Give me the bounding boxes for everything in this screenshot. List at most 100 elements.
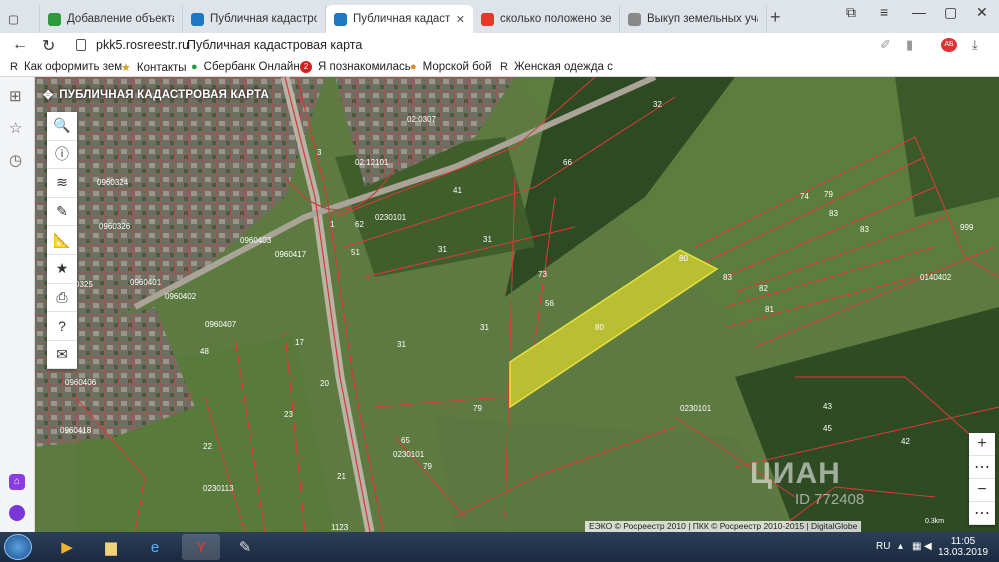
map-label: 0960324 — [97, 178, 129, 187]
map-label: 31 — [480, 323, 489, 332]
new-tab-button[interactable]: + — [770, 7, 781, 28]
yandex-browser-icon[interactable]: Y — [182, 534, 220, 560]
folder-icon[interactable]: ▆ — [92, 534, 130, 560]
layers-icon[interactable]: ≋ — [47, 169, 77, 198]
map-label: 42 — [901, 437, 910, 446]
maximize-button[interactable]: ▢ — [944, 4, 957, 21]
messenger-icon[interactable]: ⌂ — [9, 474, 25, 490]
map-label: 83 — [860, 225, 869, 234]
download-icon[interactable]: ⤓ — [972, 37, 978, 53]
map-label: 83 — [723, 273, 732, 282]
adblock-icon[interactable]: АБ — [941, 38, 957, 52]
close-icon[interactable]: ✕ — [450, 13, 465, 26]
map-label: 1 — [330, 220, 335, 229]
address-bar: ← ↻ pkk5.rosreestr.ru Публичная кадастро… — [0, 33, 999, 58]
map-label: 73 — [538, 270, 547, 279]
page-icon — [628, 12, 641, 26]
bookmark-item[interactable]: R Женская одежда с — [500, 61, 613, 73]
minimize-button[interactable]: — — [912, 4, 926, 20]
menu-icon[interactable]: ≡ — [880, 4, 888, 20]
bookmark-item[interactable]: R Как оформить зем — [10, 61, 122, 73]
page-icon: ▢ — [8, 14, 19, 26]
sberbank-icon: ● — [191, 61, 198, 73]
bookmark-star-icon[interactable]: ▮ — [906, 37, 913, 53]
tab-add-object[interactable]: Добавление объекта — Ап — [40, 5, 183, 33]
zoom-step-icon[interactable]: ⋯ — [969, 502, 995, 525]
map-label: 31 — [483, 235, 492, 244]
map-label: 80 — [679, 254, 688, 263]
map-label: 20 — [320, 379, 329, 388]
map-label: 31 — [438, 245, 447, 254]
map-label: 23 — [284, 410, 293, 419]
tab-cadastral-map-1[interactable]: Публичная кадастровая к — [183, 5, 326, 33]
map-label: 62 — [355, 220, 364, 229]
tab-cadastral-map-active[interactable]: Публичная кадастровая ✕ — [326, 5, 473, 33]
back-arrow-icon[interactable]: ← — [12, 36, 28, 54]
map-label: 22 — [203, 442, 212, 451]
map-label: 02:0307 — [407, 115, 436, 124]
map-label: 79 — [473, 404, 482, 413]
zoom-in-button[interactable]: + — [969, 433, 995, 456]
apps-grid-icon[interactable]: ⊞ — [9, 87, 22, 105]
favicon-icon — [191, 12, 204, 26]
cian-watermark: ЦИАН ID 772408 — [750, 457, 865, 508]
map-label: 0230101 — [375, 213, 407, 222]
media-player-icon[interactable]: ▶ — [48, 534, 86, 560]
rosreestr-logo-icon: ✥ — [43, 88, 54, 102]
language-indicator[interactable]: RU — [876, 541, 890, 552]
tab-yandex-search[interactable]: сколько положено земли — [473, 5, 620, 33]
bookmark-item[interactable]: ★ Контакты — [121, 61, 187, 75]
start-button[interactable] — [4, 534, 32, 560]
network-icon[interactable]: ▦ — [912, 541, 921, 552]
zoom-step-icon[interactable]: ⋯ — [969, 456, 995, 479]
favicon-icon — [334, 12, 347, 26]
lock-icon[interactable] — [76, 39, 86, 51]
history-clock-icon[interactable]: ◷ — [9, 151, 22, 169]
bookmark-item[interactable]: 2Я познакомилась — [300, 61, 411, 73]
alice-icon[interactable] — [9, 505, 25, 521]
clean-icon[interactable]: ✐ — [880, 37, 891, 53]
favicon-icon — [48, 12, 61, 26]
tab-strip: ▢ Добавление объекта — Ап Публичная када… — [0, 0, 999, 33]
map-label: 0960418 — [60, 426, 92, 435]
print-icon[interactable]: ⎙ — [47, 284, 77, 313]
close-window-button[interactable]: ✕ — [976, 4, 988, 21]
url-page-title[interactable]: Публичная кадастровая карта — [187, 38, 362, 52]
map-label: 02:12101 — [355, 158, 389, 167]
help-icon[interactable]: ? — [47, 312, 77, 341]
browser-side-panel: ⊞ ☆ ◷ ⌂ — [0, 77, 35, 532]
game-icon: ● — [410, 61, 417, 73]
pencil-icon[interactable]: ✎ — [47, 198, 77, 227]
tab-land-purchase[interactable]: Выкуп земельных участков — [620, 5, 767, 33]
reload-icon[interactable]: ↻ — [42, 36, 55, 56]
map-label: 48 — [200, 347, 209, 356]
map-label: 3 — [317, 148, 322, 157]
map-label: 0140402 — [920, 273, 952, 282]
map-label: 41 — [453, 186, 462, 195]
tab-menu-button[interactable]: ▢ — [0, 5, 40, 33]
paint-icon[interactable]: ✎ — [226, 534, 264, 560]
map-label: 80 — [595, 323, 604, 332]
tray-arrow-icon[interactable]: ▴ — [898, 541, 903, 552]
system-clock[interactable]: 11:05 13.03.2019 — [933, 536, 993, 558]
url-domain[interactable]: pkk5.rosreestr.ru — [96, 38, 189, 52]
cadastral-map[interactable]: 0960324 0960326 0960401 0960402 0960403 … — [35, 77, 999, 532]
r-icon: R — [10, 61, 18, 73]
zoom-out-button[interactable]: − — [969, 479, 995, 502]
measure-icon[interactable]: 📐 — [47, 226, 77, 255]
info-icon[interactable]: ⓘ — [47, 141, 77, 170]
map-label: 0960401 — [130, 278, 162, 287]
mail-icon[interactable]: ✉ — [47, 341, 77, 370]
volume-icon[interactable]: ◀ — [924, 541, 932, 552]
map-label: 82 — [759, 284, 768, 293]
favorites-star-icon[interactable]: ☆ — [9, 119, 22, 137]
internet-explorer-icon[interactable]: e — [136, 534, 174, 560]
map-label: 83 — [829, 209, 838, 218]
bookmark-icon[interactable]: ⧉ — [846, 4, 856, 21]
star-icon[interactable]: ★ — [47, 255, 77, 284]
map-label: 79 — [824, 190, 833, 199]
search-icon[interactable]: 🔍 — [47, 112, 77, 141]
map-label: 21 — [337, 472, 346, 481]
bookmark-item[interactable]: ● Морской бой — [410, 61, 492, 73]
bookmark-item[interactable]: ● Сбербанк Онлайн — [191, 61, 300, 73]
